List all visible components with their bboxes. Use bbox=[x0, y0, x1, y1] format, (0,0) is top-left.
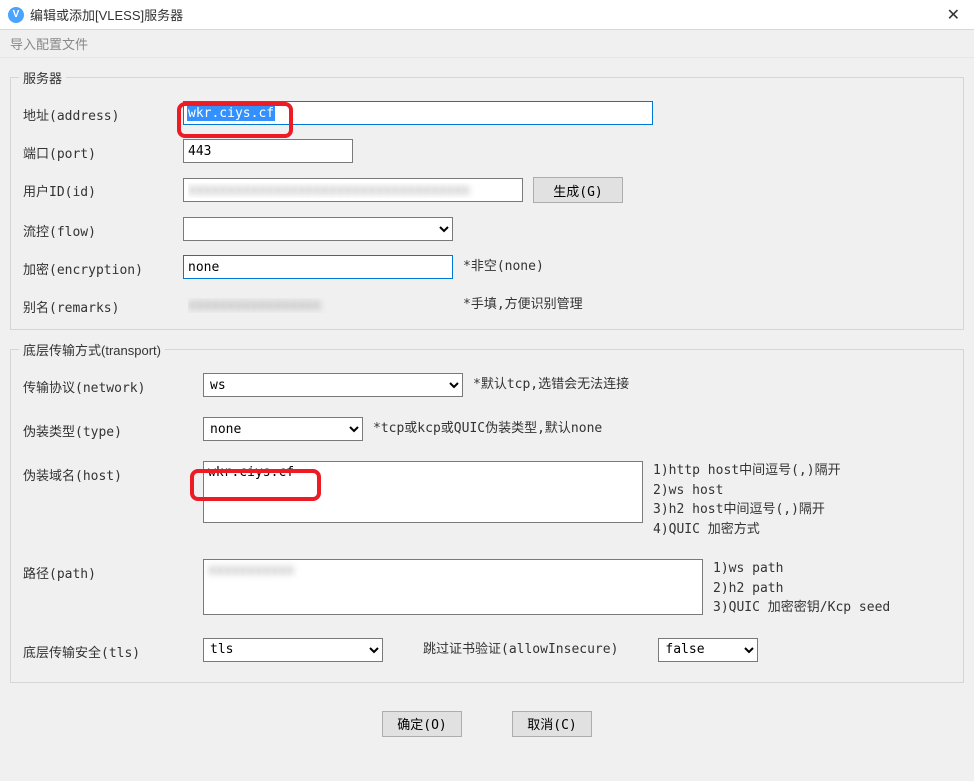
path-label: 路径(path) bbox=[23, 559, 203, 582]
port-input[interactable] bbox=[183, 139, 353, 163]
userid-label: 用户ID(id) bbox=[23, 177, 183, 200]
server-legend: 服务器 bbox=[19, 68, 66, 87]
flow-label: 流控(flow) bbox=[23, 217, 183, 240]
host-hint2: 2)ws host bbox=[653, 481, 841, 501]
path-hint2: 2)h2 path bbox=[713, 579, 890, 599]
path-hint1: 1)ws path bbox=[713, 559, 890, 579]
path-hint3: 3)QUIC 加密密钥/Kcp seed bbox=[713, 598, 890, 618]
transport-fieldset: 底层传输方式(transport) 传输协议(network) ws *默认tc… bbox=[10, 340, 964, 683]
close-icon[interactable]: ✕ bbox=[941, 5, 966, 25]
host-hint4: 4)QUIC 加密方式 bbox=[653, 520, 841, 540]
allowinsecure-select[interactable]: false bbox=[658, 638, 758, 662]
network-select[interactable]: ws bbox=[203, 373, 463, 397]
address-input[interactable]: wkr.ciys.cf bbox=[183, 101, 653, 125]
type-select[interactable]: none bbox=[203, 417, 363, 441]
remarks-label: 别名(remarks) bbox=[23, 293, 183, 316]
allowinsecure-label: 跳过证书验证(allowInsecure) bbox=[423, 640, 618, 660]
ok-button[interactable]: 确定(O) bbox=[382, 711, 462, 737]
host-hint1: 1)http host中间逗号(,)隔开 bbox=[653, 461, 841, 481]
address-label: 地址(address) bbox=[23, 101, 183, 124]
tls-select[interactable]: tls bbox=[203, 638, 383, 662]
flow-select[interactable] bbox=[183, 217, 453, 241]
titlebar: V 编辑或添加[VLESS]服务器 ✕ bbox=[0, 0, 974, 30]
import-config-menu[interactable]: 导入配置文件 bbox=[10, 34, 88, 53]
remarks-hint: *手填,方便识别管理 bbox=[463, 295, 583, 315]
generate-button[interactable]: 生成(G) bbox=[533, 177, 623, 203]
window-title: 编辑或添加[VLESS]服务器 bbox=[30, 5, 941, 24]
port-label: 端口(port) bbox=[23, 139, 183, 162]
address-value-selected: wkr.ciys.cf bbox=[187, 106, 275, 121]
path-textarea[interactable]: xxxxxxxxxxx bbox=[203, 559, 703, 615]
host-hint3: 3)h2 host中间逗号(,)隔开 bbox=[653, 500, 841, 520]
cancel-button[interactable]: 取消(C) bbox=[512, 711, 592, 737]
host-textarea[interactable]: wkr.ciys.cf bbox=[203, 461, 643, 523]
userid-input[interactable] bbox=[183, 178, 523, 202]
encryption-hint: *非空(none) bbox=[463, 257, 544, 277]
app-icon: V bbox=[8, 7, 24, 23]
network-hint: *默认tcp,选错会无法连接 bbox=[473, 375, 629, 395]
type-label: 伪装类型(type) bbox=[23, 417, 203, 440]
menubar: 导入配置文件 bbox=[0, 30, 974, 58]
remarks-input[interactable] bbox=[183, 293, 453, 317]
tls-label: 底层传输安全(tls) bbox=[23, 638, 203, 661]
type-hint: *tcp或kcp或QUIC伪装类型,默认none bbox=[373, 419, 602, 439]
host-label: 伪装域名(host) bbox=[23, 461, 203, 484]
dialog-footer: 确定(O) 取消(C) bbox=[10, 693, 964, 747]
encryption-label: 加密(encryption) bbox=[23, 255, 183, 278]
encryption-input[interactable] bbox=[183, 255, 453, 279]
server-fieldset: 服务器 地址(address) wkr.ciys.cf 端口(port) 用户I… bbox=[10, 68, 964, 330]
network-label: 传输协议(network) bbox=[23, 373, 203, 396]
transport-legend: 底层传输方式(transport) bbox=[19, 340, 165, 359]
